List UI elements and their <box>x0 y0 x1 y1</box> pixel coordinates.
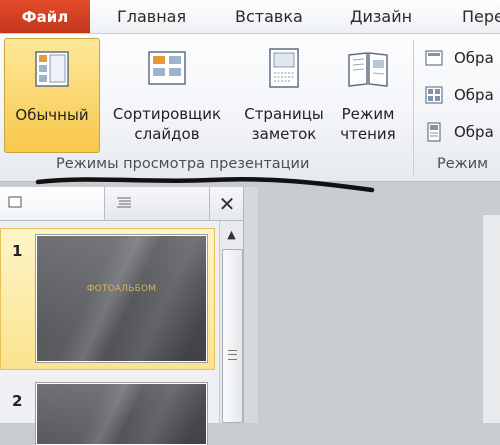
scrollbar-thumb[interactable] <box>222 249 243 423</box>
ribbon-panel: Обычный Сортировщик слайдов Страницы зам… <box>0 33 500 182</box>
slide-sorter-label-2: слайдов <box>134 125 200 143</box>
handout-master-label: Обра <box>454 86 494 104</box>
slide-number: 1 <box>12 242 23 260</box>
notes-page-label-1: Страницы <box>244 105 324 123</box>
close-icon[interactable]: ✕ <box>214 191 240 217</box>
slide-master-label: Обра <box>454 49 494 67</box>
group-divider <box>413 40 414 175</box>
slide-number: 2 <box>12 392 23 410</box>
reading-view-label-1: Режим <box>341 105 395 123</box>
tab-insert[interactable]: Вставка <box>235 0 303 33</box>
slide-title-text: ФОТОАЛЬБОМ <box>86 284 157 294</box>
reading-view-icon <box>348 52 388 87</box>
outline-icon <box>117 197 131 208</box>
handout-master-button[interactable]: Обра <box>424 83 494 107</box>
pane-splitter[interactable] <box>243 187 258 423</box>
slides-pane-header: ✕ <box>0 187 243 221</box>
notes-master-icon <box>427 122 441 142</box>
tab-home[interactable]: Главная <box>117 0 186 33</box>
views-group-label: Режимы просмотра презентации <box>56 156 310 172</box>
notes-page-icon <box>269 48 299 88</box>
slide-workspace <box>258 187 500 423</box>
tab-file[interactable]: Файл <box>0 0 90 33</box>
scroll-up-arrow-icon[interactable]: ▲ <box>222 225 241 244</box>
notes-master-button[interactable]: Обра <box>424 120 494 144</box>
slide-master-icon <box>425 50 443 66</box>
grip-icon <box>228 350 237 360</box>
notes-page-label-2: заметок <box>251 125 317 143</box>
slide-icon <box>8 196 22 208</box>
master-views-group-label: Режим <box>437 156 489 172</box>
handout-master-icon <box>425 86 443 104</box>
slide-master-button[interactable]: Обра <box>424 46 494 70</box>
slide-thumbnail[interactable] <box>35 382 208 445</box>
tab-design[interactable]: Дизайн <box>350 0 412 33</box>
reading-view-button[interactable]: Режим чтения <box>334 38 402 151</box>
slide-thumbnail[interactable]: ФОТОАЛЬБОМ <box>35 234 208 363</box>
notes-page-button[interactable]: Страницы заметок <box>238 38 330 151</box>
slide-sorter-button[interactable]: Сортировщик слайдов <box>104 38 230 151</box>
slide-sorter-label-1: Сортировщик <box>112 105 222 123</box>
tab-slides[interactable] <box>0 187 105 220</box>
normal-view-button[interactable]: Обычный <box>4 38 100 153</box>
notes-master-label: Обра <box>454 123 494 141</box>
normal-view-label: Обычный <box>15 106 89 124</box>
reading-view-label-2: чтения <box>340 125 396 143</box>
slide-canvas-edge <box>483 215 500 423</box>
slide-sorter-icon <box>148 51 186 85</box>
ribbon-tab-bar: Файл Главная Вставка Дизайн Пере <box>0 0 500 33</box>
tab-outline[interactable] <box>104 187 210 220</box>
normal-view-icon <box>35 51 69 87</box>
slides-scrollbar[interactable]: ▲ <box>219 221 244 423</box>
tab-transitions[interactable]: Пере <box>462 0 500 33</box>
